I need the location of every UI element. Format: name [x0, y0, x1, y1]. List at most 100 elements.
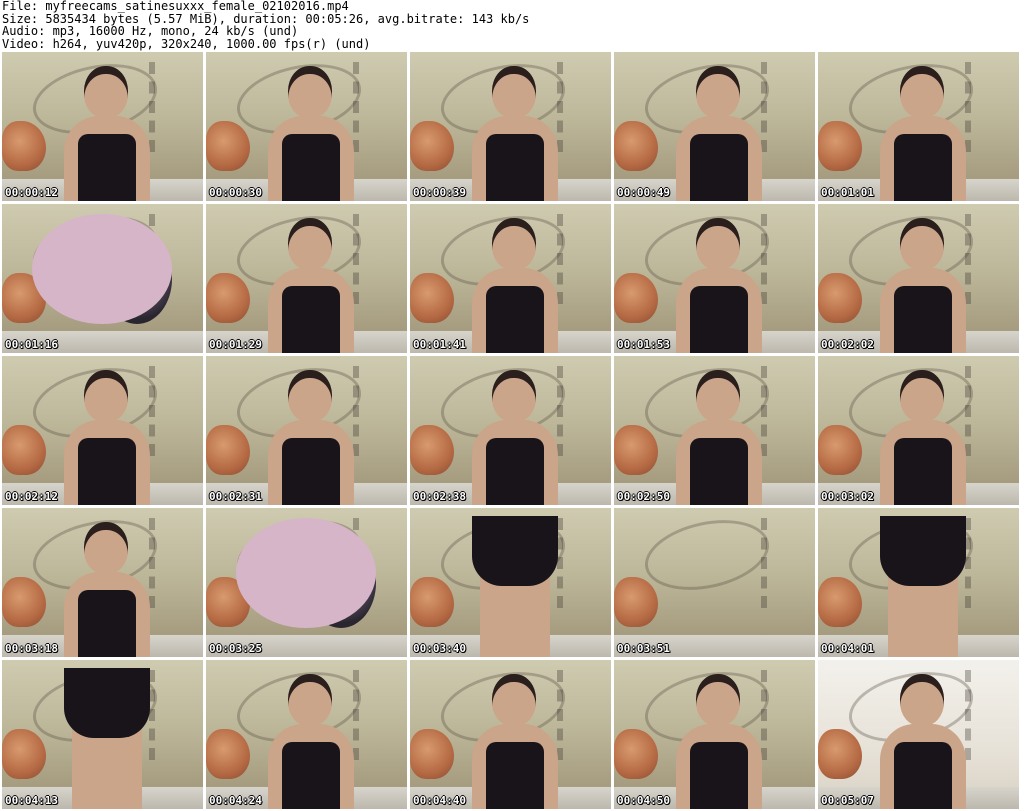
video-thumbnail[interactable]: 00:00:49	[614, 52, 815, 201]
video-thumbnail[interactable]: 00:03:40	[410, 508, 611, 657]
wall-doodle	[761, 62, 807, 152]
wall-doodle	[149, 518, 195, 608]
person-figure	[676, 668, 762, 809]
person-figure	[268, 668, 354, 809]
thumbnail-timestamp: 00:04:50	[617, 794, 670, 807]
video-thumbnail[interactable]: 00:01:41	[410, 204, 611, 353]
wall-doodle	[353, 62, 399, 152]
person-figure	[64, 668, 150, 809]
video-thumbnail[interactable]: 00:02:38	[410, 356, 611, 505]
video-thumbnail[interactable]: 00:01:16	[2, 204, 203, 353]
video-thumbnail[interactable]: 00:04:40	[410, 660, 611, 809]
pillow	[2, 121, 46, 171]
video-thumbnail[interactable]: 00:03:51	[614, 508, 815, 657]
thumbnail-timestamp: 00:04:24	[209, 794, 262, 807]
person-figure	[206, 508, 407, 657]
thumbnail-timestamp: 00:03:18	[5, 642, 58, 655]
thumbnail-timestamp: 00:00:39	[413, 186, 466, 199]
person-figure	[472, 60, 558, 201]
pillow	[410, 729, 454, 779]
pillow	[206, 729, 250, 779]
pillow	[206, 273, 250, 323]
pillow	[818, 729, 862, 779]
video-thumbnail[interactable]: 00:02:12	[2, 356, 203, 505]
person-figure	[880, 212, 966, 353]
person-figure	[472, 516, 558, 657]
pillow	[206, 425, 250, 475]
thumbnail-timestamp: 00:04:40	[413, 794, 466, 807]
person-figure	[676, 212, 762, 353]
person-figure	[472, 668, 558, 809]
video-thumbnail[interactable]: 00:02:31	[206, 356, 407, 505]
video-thumbnail[interactable]: 00:04:13	[2, 660, 203, 809]
wall-doodle	[149, 62, 195, 152]
wall-doodle	[353, 670, 399, 760]
pillow	[2, 425, 46, 475]
person-figure	[676, 364, 762, 505]
audio-info-line: Audio: mp3, 16000 Hz, mono, 24 kb/s (und…	[2, 24, 299, 38]
thumbnail-timestamp: 00:02:31	[209, 490, 262, 503]
wall-doodle	[557, 518, 603, 608]
thumbnail-timestamp: 00:03:02	[821, 490, 874, 503]
thumbnail-timestamp: 00:00:49	[617, 186, 670, 199]
wall-doodle	[557, 214, 603, 304]
video-info-line: Video: h264, yuv420p, 320x240, 1000.00 f…	[2, 36, 371, 51]
pillow	[614, 425, 658, 475]
person-figure	[64, 516, 150, 657]
person-figure	[472, 364, 558, 505]
video-thumbnail[interactable]: 00:05:07	[818, 660, 1019, 809]
pillow	[410, 425, 454, 475]
thumbnail-timestamp: 00:03:25	[209, 642, 262, 655]
thumbnail-timestamp: 00:02:02	[821, 338, 874, 351]
wall-doodle	[965, 366, 1011, 456]
video-thumbnail[interactable]: 00:02:50	[614, 356, 815, 505]
video-thumbnail[interactable]: 00:00:30	[206, 52, 407, 201]
video-thumbnail[interactable]: 00:00:12	[2, 52, 203, 201]
thumbnail-timestamp: 00:02:50	[617, 490, 670, 503]
wall-doodle	[557, 62, 603, 152]
pillow	[818, 121, 862, 171]
thumbnail-timestamp: 00:01:41	[413, 338, 466, 351]
file-name-line: File: myfreecams_satinesuxxx_female_0210…	[2, 0, 349, 13]
wall-doodle	[353, 366, 399, 456]
pillow	[818, 425, 862, 475]
person-figure	[880, 668, 966, 809]
wall-doodle	[965, 214, 1011, 304]
person-figure	[268, 212, 354, 353]
wall-doodle	[761, 214, 807, 304]
video-thumbnail[interactable]: 00:04:24	[206, 660, 407, 809]
video-thumbnail[interactable]: 00:01:01	[818, 52, 1019, 201]
person-figure	[880, 60, 966, 201]
wall-doodle	[965, 518, 1011, 608]
wall-doodle	[149, 670, 195, 760]
video-thumbnail[interactable]: 00:00:39	[410, 52, 611, 201]
thumbnail-timestamp: 00:01:01	[821, 186, 874, 199]
thumbnail-timestamp: 00:02:38	[413, 490, 466, 503]
person-figure	[676, 60, 762, 201]
thumbnail-timestamp: 00:01:16	[5, 338, 58, 351]
wall-doodle	[557, 366, 603, 456]
wall-doodle	[353, 214, 399, 304]
video-thumbnail[interactable]: 00:01:53	[614, 204, 815, 353]
video-thumbnail[interactable]: 00:03:02	[818, 356, 1019, 505]
video-thumbnail[interactable]: 00:03:25	[206, 508, 407, 657]
wall-doodle	[761, 366, 807, 456]
video-thumbnail[interactable]: 00:04:50	[614, 660, 815, 809]
pillow	[2, 729, 46, 779]
person-figure	[472, 212, 558, 353]
pillow	[614, 121, 658, 171]
pillow	[410, 273, 454, 323]
video-thumbnail[interactable]: 00:04:01	[818, 508, 1019, 657]
thumbnail-grid: 00:00:12 00:00:30 00:00:39 00:00:49 00:01:01…	[0, 52, 1024, 809]
video-thumbnail[interactable]: 00:02:02	[818, 204, 1019, 353]
wall-doodle	[761, 518, 807, 608]
pillow	[818, 273, 862, 323]
thumbnail-timestamp: 00:00:12	[5, 186, 58, 199]
wall-doodle	[638, 509, 776, 601]
pillow	[614, 729, 658, 779]
video-thumbnail[interactable]: 00:03:18	[2, 508, 203, 657]
wall-doodle	[149, 366, 195, 456]
person-figure	[268, 364, 354, 505]
video-thumbnail[interactable]: 00:01:29	[206, 204, 407, 353]
person-figure	[880, 516, 966, 657]
